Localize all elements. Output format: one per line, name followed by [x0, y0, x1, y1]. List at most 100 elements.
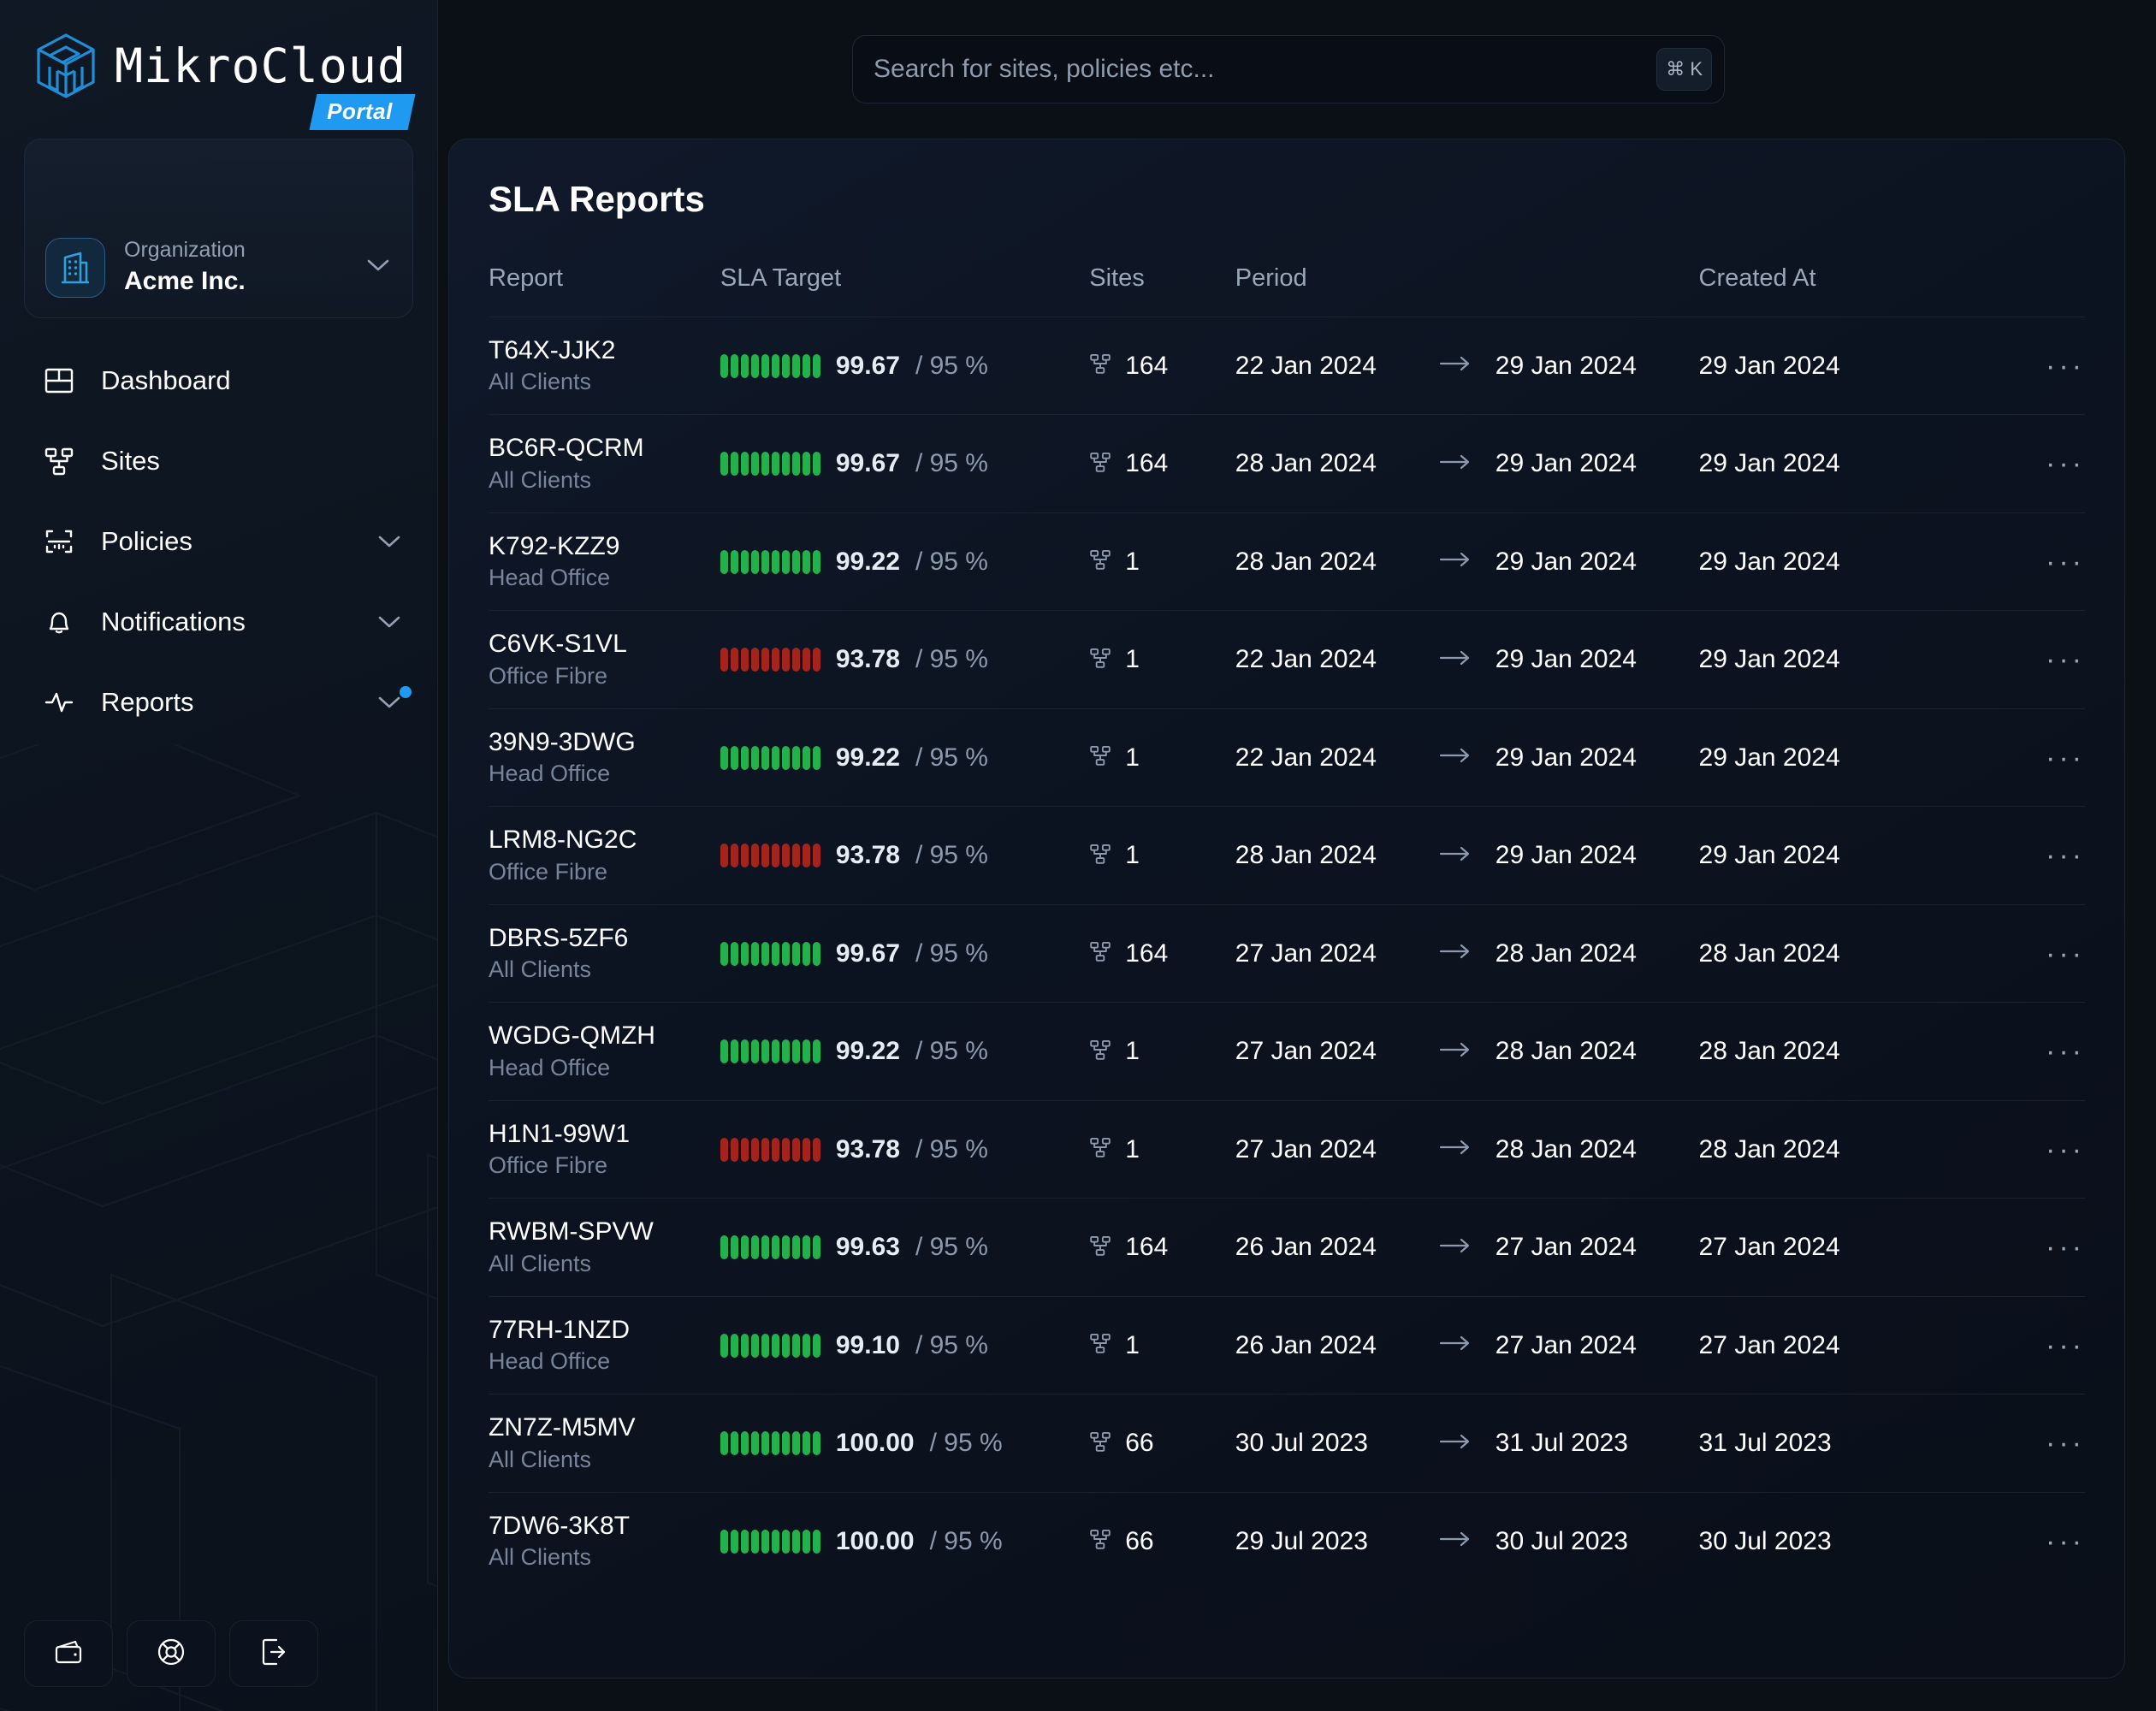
sites-count: 1 [1125, 841, 1140, 870]
period-to: 30 Jul 2023 [1496, 1527, 1628, 1556]
sitemap-icon [1089, 1332, 1111, 1359]
arrow-right-icon [1439, 943, 1472, 964]
cell-period: 27 Jan 202428 Jan 2024 [1235, 904, 1699, 1002]
table-row[interactable]: BC6R-QCRMAll Clients99.67/ 95 %16428 Jan… [489, 415, 2085, 512]
sla-target-value: / 95 % [915, 1135, 988, 1164]
table-row[interactable]: RWBM-SPVWAll Clients99.63/ 95 %16426 Jan… [489, 1199, 2085, 1296]
cell-sla-target: 99.10/ 95 % [720, 1296, 1089, 1394]
table-row[interactable]: C6VK-S1VLOffice Fibre93.78/ 95 %122 Jan … [489, 611, 2085, 708]
table-row[interactable]: LRM8-NG2COffice Fibre93.78/ 95 %128 Jan … [489, 807, 2085, 904]
sites-count: 164 [1125, 352, 1168, 381]
sidebar-item-label: Dashboard [101, 365, 401, 396]
sitemap-icon [1089, 1430, 1111, 1457]
brand-name: MikroCloud [115, 43, 406, 90]
global-search[interactable]: Search for sites, policies etc... ⌘ K [852, 35, 1725, 104]
sidebar-item-policies[interactable]: Policies [0, 501, 437, 582]
column-header-created[interactable]: Created At [1699, 264, 1982, 317]
ellipsis-icon[interactable]: ··· [1982, 841, 2085, 870]
table-header: Report SLA Target Sites Period Created A… [489, 264, 2085, 317]
table-row[interactable]: T64X-JJK2All Clients99.67/ 95 %16422 Jan… [489, 317, 2085, 415]
arrow-right-icon [1439, 747, 1472, 768]
chevron-down-icon[interactable] [377, 614, 401, 630]
sites-count: 66 [1125, 1527, 1153, 1556]
cell-sites: 1 [1089, 1296, 1235, 1394]
ellipsis-icon[interactable]: ··· [1982, 352, 2085, 381]
sla-value: 99.63 [836, 1233, 900, 1262]
cell-report: C6VK-S1VLOffice Fibre [489, 611, 720, 708]
column-header-sites[interactable]: Sites [1089, 264, 1235, 317]
chevron-down-icon[interactable] [377, 534, 401, 549]
sidebar-item-sites[interactable]: Sites [0, 421, 437, 501]
ellipsis-icon[interactable]: ··· [1982, 548, 2085, 577]
period-to: 29 Jan 2024 [1496, 352, 1637, 381]
chevron-down-icon[interactable] [366, 258, 390, 277]
report-id: DBRS-5ZF6 [489, 922, 720, 955]
table-row[interactable]: DBRS-5ZF6All Clients99.67/ 95 %16427 Jan… [489, 904, 2085, 1002]
table-row[interactable]: 7DW6-3K8TAll Clients100.00/ 95 %6629 Jul… [489, 1492, 2085, 1590]
help-button[interactable] [127, 1620, 216, 1687]
cell-created-at: 29 Jan 2024 [1699, 317, 1982, 415]
ellipsis-icon[interactable]: ··· [1982, 449, 2085, 478]
report-scope: All Clients [489, 1249, 720, 1279]
ellipsis-icon[interactable]: ··· [1982, 1037, 2085, 1066]
table-row[interactable]: ZN7Z-M5MVAll Clients100.00/ 95 %6630 Jul… [489, 1394, 2085, 1492]
report-id: C6VK-S1VL [489, 628, 720, 660]
column-header-period[interactable]: Period [1235, 264, 1699, 317]
ellipsis-icon[interactable]: ··· [1982, 743, 2085, 773]
logout-button[interactable] [229, 1620, 318, 1687]
ellipsis-icon[interactable]: ··· [1982, 1331, 2085, 1360]
cell-report: RWBM-SPVWAll Clients [489, 1199, 720, 1296]
sidebar: MikroCloud Portal [0, 0, 438, 1711]
period-to: 27 Jan 2024 [1496, 1233, 1637, 1262]
wallet-button[interactable] [24, 1620, 113, 1687]
report-id: RWBM-SPVW [489, 1216, 720, 1248]
ellipsis-icon[interactable]: ··· [1982, 939, 2085, 968]
cell-sites: 1 [1089, 611, 1235, 708]
table-row[interactable]: WGDG-QMZHHead Office99.22/ 95 %127 Jan 2… [489, 1003, 2085, 1100]
organization-switcher[interactable]: Organization Acme Inc. [24, 139, 413, 318]
column-header-report[interactable]: Report [489, 264, 720, 317]
sidebar-item-dashboard[interactable]: Dashboard [0, 340, 437, 421]
sla-meter-good [720, 354, 820, 378]
cell-report: K792-KZZ9Head Office [489, 512, 720, 610]
main-content: Search for sites, policies etc... ⌘ K SL… [438, 0, 2156, 1711]
cell-period: 26 Jan 202427 Jan 2024 [1235, 1296, 1699, 1394]
report-scope: Head Office [489, 1053, 720, 1083]
report-scope: All Clients [489, 1542, 720, 1572]
brand-badge: Portal [310, 94, 416, 130]
organization-name: Acme Inc. [124, 264, 347, 299]
ellipsis-icon[interactable]: ··· [1982, 1233, 2085, 1262]
page-title: SLA Reports [489, 179, 2085, 220]
cell-actions: ··· [1982, 415, 2085, 512]
created-at: 29 Jan 2024 [1699, 841, 1840, 869]
table-row[interactable]: K792-KZZ9Head Office99.22/ 95 %128 Jan 2… [489, 512, 2085, 610]
brand-logo[interactable]: MikroCloud Portal [0, 0, 437, 99]
sla-target-value: / 95 % [915, 352, 988, 381]
period-from: 27 Jan 2024 [1235, 1135, 1415, 1164]
table-row[interactable]: H1N1-99W1Office Fibre93.78/ 95 %127 Jan … [489, 1100, 2085, 1198]
sidebar-item-label: Sites [101, 446, 401, 477]
cell-period: 29 Jul 202330 Jul 2023 [1235, 1492, 1699, 1590]
table-row[interactable]: 39N9-3DWGHead Office99.22/ 95 %122 Jan 2… [489, 708, 2085, 806]
cell-created-at: 28 Jan 2024 [1699, 904, 1982, 1002]
report-scope: Head Office [489, 1347, 720, 1376]
sla-value: 99.67 [836, 352, 900, 381]
ellipsis-icon[interactable]: ··· [1982, 645, 2085, 674]
cell-report: LRM8-NG2COffice Fibre [489, 807, 720, 904]
chevron-down-icon[interactable] [377, 695, 401, 710]
sidebar-item-notifications[interactable]: Notifications [0, 582, 437, 662]
cell-sla-target: 99.22/ 95 % [720, 512, 1089, 610]
table-row[interactable]: 77RH-1NZDHead Office99.10/ 95 %126 Jan 2… [489, 1296, 2085, 1394]
sitemap-icon [1089, 352, 1111, 379]
cell-sites: 1 [1089, 1100, 1235, 1198]
ellipsis-icon[interactable]: ··· [1982, 1429, 2085, 1458]
ellipsis-icon[interactable]: ··· [1982, 1527, 2085, 1556]
arrow-right-icon [1439, 551, 1472, 572]
cell-period: 22 Jan 202429 Jan 2024 [1235, 708, 1699, 806]
ellipsis-icon[interactable]: ··· [1982, 1135, 2085, 1164]
report-id: T64X-JJK2 [489, 335, 720, 367]
column-header-sla[interactable]: SLA Target [720, 264, 1089, 317]
sidebar-item-reports[interactable]: Reports [0, 662, 437, 743]
cell-sla-target: 93.78/ 95 % [720, 1100, 1089, 1198]
cell-actions: ··· [1982, 904, 2085, 1002]
